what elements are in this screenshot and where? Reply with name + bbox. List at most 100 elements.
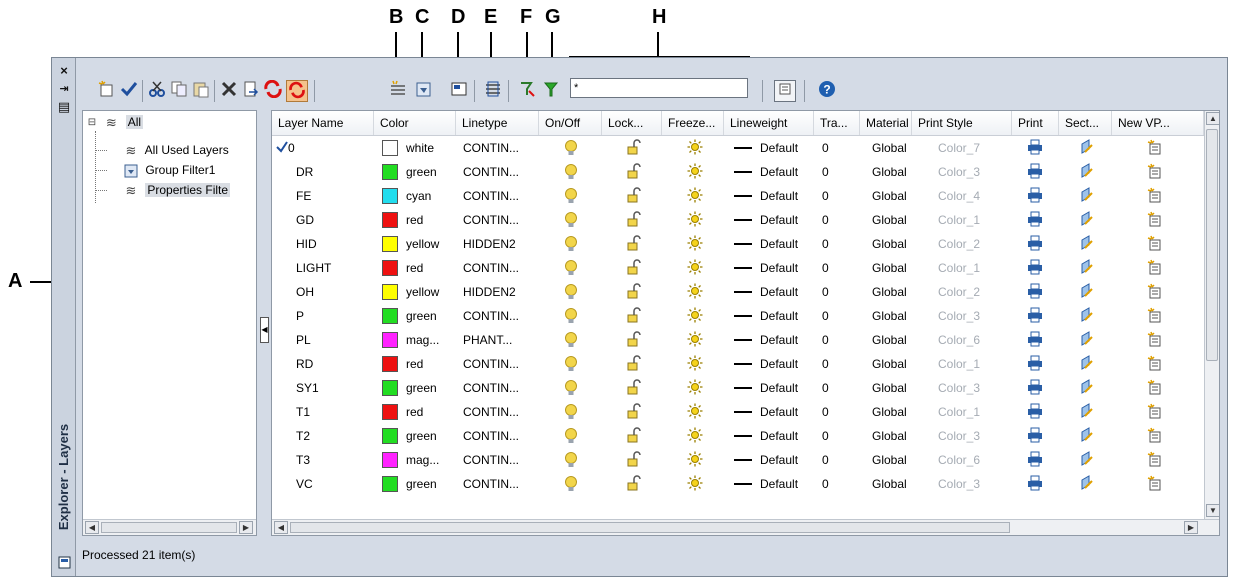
set-current-check-icon[interactable] [118,80,140,102]
scroll-right-icon[interactable]: ▶ [1184,521,1198,534]
lineweight-cell[interactable]: Default [760,400,814,424]
linetype-cell[interactable]: CONTIN... [463,424,537,448]
column-header[interactable]: Freeze... [662,111,724,135]
copy-icon[interactable] [168,80,190,102]
lineweight-cell[interactable]: Default [760,184,814,208]
color-swatch[interactable] [382,188,398,204]
table-row[interactable]: Pgreen CONTIN... Default 0 Global Color_3 [272,304,1204,328]
lightbulb-icon[interactable] [562,307,580,325]
sun-icon[interactable] [686,259,704,277]
linetype-cell[interactable]: CONTIN... [463,352,537,376]
sun-icon[interactable] [686,427,704,445]
unlocked-padlock-icon[interactable] [625,331,643,349]
tree-item-properties-filter[interactable]: ≋ Properties Filte [123,181,231,199]
lightbulb-icon[interactable] [562,187,580,205]
new-viewport-icon[interactable] [1146,187,1164,205]
table-row[interactable]: VC green CONTIN... Default 0 Global Color_3 [272,472,1204,496]
layer-settings-icon[interactable] [482,80,504,102]
scroll-right-icon[interactable]: ▶ [239,521,253,534]
scroll-thumb[interactable] [290,522,1010,533]
grid-horizontal-scrollbar[interactable]: ◀ ▶ [272,519,1219,535]
section-icon[interactable] [1078,211,1096,229]
lightbulb-icon[interactable] [562,235,580,253]
color-swatch[interactable] [382,260,398,276]
layer-states-manager-icon[interactable] [448,80,470,102]
help-icon[interactable]: ? [816,80,838,102]
new-group-filter-icon[interactable] [413,80,435,102]
column-header[interactable]: Color [374,111,456,135]
lightbulb-icon[interactable] [562,403,580,421]
color-swatch[interactable] [382,404,398,420]
transparency-cell[interactable]: 0 [822,280,852,304]
new-viewport-icon[interactable] [1146,331,1164,349]
section-icon[interactable] [1078,451,1096,469]
unlocked-padlock-icon[interactable] [625,163,643,181]
unlocked-padlock-icon[interactable] [625,427,643,445]
section-icon[interactable] [1078,187,1096,205]
section-icon[interactable] [1078,475,1096,493]
section-icon[interactable] [1078,427,1096,445]
table-row[interactable]: FE cyan CONTIN... Default 0 Global Color_4 [272,184,1204,208]
new-property-filter-icon[interactable] [387,80,409,102]
printer-icon[interactable] [1026,163,1044,181]
printer-icon[interactable] [1026,379,1044,397]
material-cell[interactable]: Global [872,184,917,208]
new-viewport-icon[interactable] [1146,307,1164,325]
new-viewport-icon[interactable] [1146,355,1164,373]
linetype-cell[interactable]: CONTIN... [463,136,537,160]
transparency-cell[interactable]: 0 [822,424,852,448]
new-viewport-icon[interactable] [1146,379,1164,397]
collapse-tree-toggle[interactable]: ◀ [260,317,269,343]
sun-icon[interactable] [686,211,704,229]
linetype-cell[interactable]: CONTIN... [463,160,537,184]
linetype-cell[interactable]: CONTIN... [463,184,537,208]
lightbulb-icon[interactable] [562,259,580,277]
color-swatch[interactable] [382,284,398,300]
table-row[interactable]: LIGHT red CONTIN... Default 0 Global Color_1 [272,256,1204,280]
new-viewport-icon[interactable] [1146,451,1164,469]
lightbulb-icon[interactable] [562,331,580,349]
lightbulb-icon[interactable] [562,427,580,445]
table-row[interactable]: DR green CONTIN... Default 0 Global Color_3 [272,160,1204,184]
color-swatch[interactable] [382,356,398,372]
window-menu-icon[interactable] [57,556,71,570]
sun-icon[interactable] [686,307,704,325]
section-icon[interactable] [1078,331,1096,349]
printer-icon[interactable] [1026,451,1044,469]
table-row[interactable]: HID yellow HIDDEN2 Default 0 Global Color_2 [272,232,1204,256]
unlocked-padlock-icon[interactable] [625,451,643,469]
material-cell[interactable]: Global [872,208,917,232]
linetype-cell[interactable]: CONTIN... [463,472,537,496]
lightbulb-icon[interactable] [562,283,580,301]
lineweight-cell[interactable]: Default [760,136,814,160]
table-row[interactable]: PL mag... PHANT... Default 0 Global Color_6 [272,328,1204,352]
color-swatch[interactable] [382,452,398,468]
sun-icon[interactable] [686,451,704,469]
color-swatch[interactable] [382,308,398,324]
printer-icon[interactable] [1026,331,1044,349]
sun-icon[interactable] [686,379,704,397]
lightbulb-icon[interactable] [562,139,580,157]
properties-icon[interactable]: ▤ [57,100,71,114]
printer-icon[interactable] [1026,139,1044,157]
tree-item-all-used-layers[interactable]: ≋ All Used Layers [123,141,229,159]
sun-icon[interactable] [686,163,704,181]
unlocked-padlock-icon[interactable] [625,211,643,229]
column-header[interactable]: Linetype [456,111,539,135]
sun-icon[interactable] [686,187,704,205]
lightbulb-icon[interactable] [562,379,580,397]
lightbulb-icon[interactable] [562,451,580,469]
tree-root-all[interactable]: ⊟ ≋ All [87,113,144,131]
unlocked-padlock-icon[interactable] [625,379,643,397]
new-viewport-icon[interactable] [1146,139,1164,157]
close-icon[interactable]: × [57,64,71,78]
color-swatch[interactable] [382,380,398,396]
color-swatch[interactable] [382,164,398,180]
printer-icon[interactable] [1026,187,1044,205]
table-row[interactable]: T2 green CONTIN... Default 0 Global Color_3 [272,424,1204,448]
sun-icon[interactable] [686,355,704,373]
column-header[interactable]: Print [1012,111,1059,135]
color-swatch[interactable] [382,332,398,348]
lineweight-cell[interactable]: Default [760,208,814,232]
unlocked-padlock-icon[interactable] [625,403,643,421]
